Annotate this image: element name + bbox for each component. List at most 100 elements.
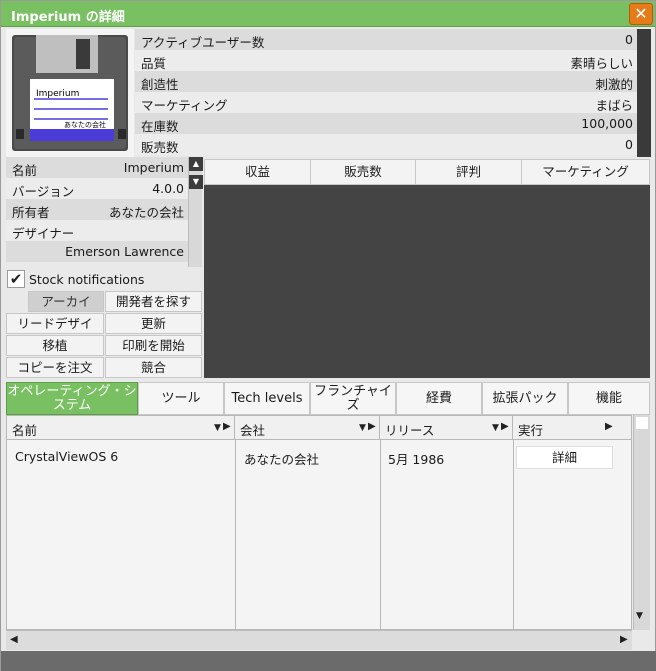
table-horizontal-scrollbar[interactable]: ◀ ▶ bbox=[6, 630, 632, 650]
chart-area bbox=[204, 185, 650, 378]
tab-label: 拡張パック bbox=[492, 390, 558, 406]
column-divider bbox=[513, 440, 514, 629]
stats-scrollbar[interactable] bbox=[637, 29, 651, 157]
scroll-right-icon[interactable]: ▶ bbox=[620, 634, 628, 645]
tab-expansion-packs[interactable]: 拡張パック bbox=[482, 382, 568, 415]
start-print-button[interactable]: 印刷を開始 bbox=[105, 335, 202, 356]
tab-sales[interactable]: 販売数 bbox=[311, 160, 416, 184]
archive-button[interactable]: アーカイ bbox=[28, 291, 104, 312]
scroll-down-icon[interactable]: ▼ bbox=[636, 611, 643, 621]
column-header-company[interactable]: 会社 ▼ ▶ bbox=[235, 416, 380, 440]
product-details-window: Imperium の詳細 ✕ Imperium あなたの会社 アクティブユーザー… bbox=[0, 0, 656, 671]
stat-label: 品質 bbox=[141, 56, 167, 71]
stat-label: アクティブユーザー数 bbox=[141, 35, 265, 50]
tab-label: Tech levels bbox=[231, 390, 303, 406]
info-label: デザイナー bbox=[12, 226, 75, 241]
column-label: 会社 bbox=[240, 423, 266, 438]
title-bar: Imperium の詳細 ✕ bbox=[1, 1, 655, 27]
stat-row-creativity: 創造性 刺激的 bbox=[135, 71, 637, 92]
tab-tools[interactable]: ツール bbox=[138, 382, 224, 415]
filter-icon[interactable]: ▼ bbox=[359, 423, 366, 433]
tab-label: オペレーティング・システム bbox=[7, 383, 137, 413]
info-scrollbar[interactable]: ▲ ▼ bbox=[188, 157, 203, 267]
table-vertical-scrollbar[interactable]: ▼ bbox=[633, 415, 650, 630]
order-copies-button[interactable]: コピーを注文 bbox=[6, 357, 104, 378]
stat-label: 在庫数 bbox=[141, 119, 179, 134]
close-button[interactable]: ✕ bbox=[629, 3, 653, 25]
column-header-name[interactable]: 名前 ▼ ▶ bbox=[7, 416, 235, 440]
info-row-designer-name: Emerson Lawrence bbox=[6, 241, 188, 262]
stat-row-active-users: アクティブユーザー数 0 bbox=[135, 29, 637, 50]
cell-release: 5月 1986 bbox=[388, 452, 445, 467]
stat-row-marketing: マーケティング まばら bbox=[135, 92, 637, 113]
filter-icon[interactable]: ▼ bbox=[214, 423, 221, 433]
stat-value: 100,000 bbox=[581, 116, 633, 131]
sort-arrow-icon[interactable]: ▶ bbox=[368, 421, 376, 432]
cell-name: CrystalViewOS 6 bbox=[15, 449, 119, 464]
os-table: 名前 ▼ ▶ 会社 ▼ ▶ リリース ▼ ▶ 実行 ▶ CrystalViewO… bbox=[6, 415, 632, 630]
cell-company: あなたの会社 bbox=[244, 452, 320, 467]
port-button[interactable]: 移植 bbox=[6, 335, 104, 356]
stat-row-inventory: 在庫数 100,000 bbox=[135, 113, 637, 134]
tab-franchise[interactable]: フランチャイズ bbox=[310, 382, 396, 415]
info-value: 4.0.0 bbox=[152, 181, 184, 196]
stat-label: 創造性 bbox=[141, 77, 179, 92]
stat-value: 刺激的 bbox=[595, 77, 633, 92]
info-label: バージョン bbox=[12, 184, 75, 199]
stat-value: 0 bbox=[625, 137, 633, 152]
scroll-down-icon[interactable]: ▼ bbox=[189, 175, 203, 189]
info-value: Imperium bbox=[123, 160, 184, 175]
tab-features[interactable]: 機能 bbox=[568, 382, 650, 415]
column-header-action[interactable]: 実行 ▶ bbox=[513, 416, 631, 440]
tab-tech-levels[interactable]: Tech levels bbox=[224, 382, 310, 415]
tab-reputation[interactable]: 評判 bbox=[416, 160, 522, 184]
tab-label: 機能 bbox=[595, 390, 622, 406]
tab-label: フランチャイズ bbox=[314, 383, 392, 413]
tab-expenses[interactable]: 経費 bbox=[396, 382, 482, 415]
product-box-art: Imperium あなたの会社 bbox=[6, 29, 134, 157]
column-divider bbox=[235, 440, 236, 629]
tab-operating-system[interactable]: オペレーティング・システム bbox=[6, 382, 138, 415]
floppy-label-name: Imperium bbox=[36, 89, 79, 99]
scroll-left-icon[interactable]: ◀ bbox=[10, 634, 18, 645]
checkmark-icon: ✔ bbox=[9, 270, 23, 288]
tab-marketing[interactable]: マーケティング bbox=[522, 160, 649, 184]
info-row-name: 名前 Imperium bbox=[6, 157, 188, 178]
column-label: 実行 bbox=[518, 423, 544, 438]
info-label: 所有者 bbox=[12, 205, 50, 220]
lead-design-button[interactable]: リードデザイ bbox=[6, 313, 104, 334]
filter-icon[interactable]: ▼ bbox=[492, 423, 499, 433]
stat-value: 素晴らしい bbox=[570, 56, 633, 71]
stock-notifications-checkbox[interactable]: ✔ bbox=[7, 270, 25, 288]
stat-row-units-sold: 販売数 0 bbox=[135, 134, 637, 155]
scroll-up-button[interactable] bbox=[636, 417, 648, 429]
stat-label: マーケティング bbox=[141, 98, 228, 113]
floppy-disk-icon: Imperium あなたの会社 bbox=[12, 35, 128, 151]
info-panel: 名前 Imperium バージョン 4.0.0 所有者 あなたの会社 デザイナー… bbox=[6, 157, 188, 267]
scroll-up-icon[interactable]: ▲ bbox=[189, 157, 203, 171]
info-row-designer: デザイナー bbox=[6, 220, 188, 241]
sort-arrow-icon[interactable]: ▶ bbox=[501, 421, 509, 432]
sort-arrow-icon[interactable]: ▶ bbox=[605, 421, 613, 432]
stats-panel: アクティブユーザー数 0 品質 素晴らしい 創造性 刺激的 マーケティング まば… bbox=[135, 29, 637, 157]
info-label: 名前 bbox=[12, 163, 38, 178]
compete-button[interactable]: 競合 bbox=[105, 357, 202, 378]
stat-value: まばら bbox=[595, 98, 633, 113]
floppy-label-owner: あなたの会社 bbox=[64, 120, 106, 129]
tab-label: ツール bbox=[161, 390, 201, 406]
find-developer-button[interactable]: 開発者を探す bbox=[105, 291, 202, 312]
column-divider bbox=[380, 440, 381, 629]
stat-row-quality: 品質 素晴らしい bbox=[135, 50, 637, 71]
stat-value: 0 bbox=[625, 32, 633, 47]
tab-label: 経費 bbox=[425, 390, 452, 406]
column-header-release[interactable]: リリース ▼ ▶ bbox=[380, 416, 513, 440]
details-button[interactable]: 詳細 bbox=[516, 446, 613, 469]
update-button[interactable]: 更新 bbox=[105, 313, 202, 334]
info-row-version: バージョン 4.0.0 bbox=[6, 178, 188, 199]
sort-arrow-icon[interactable]: ▶ bbox=[223, 421, 231, 432]
info-value: Emerson Lawrence bbox=[65, 244, 184, 259]
tab-revenue[interactable]: 収益 bbox=[205, 160, 311, 184]
window-title: Imperium の詳細 bbox=[11, 10, 125, 25]
chart-tabs: 収益 販売数 評判 マーケティング bbox=[204, 159, 650, 185]
stat-label: 販売数 bbox=[141, 140, 179, 155]
